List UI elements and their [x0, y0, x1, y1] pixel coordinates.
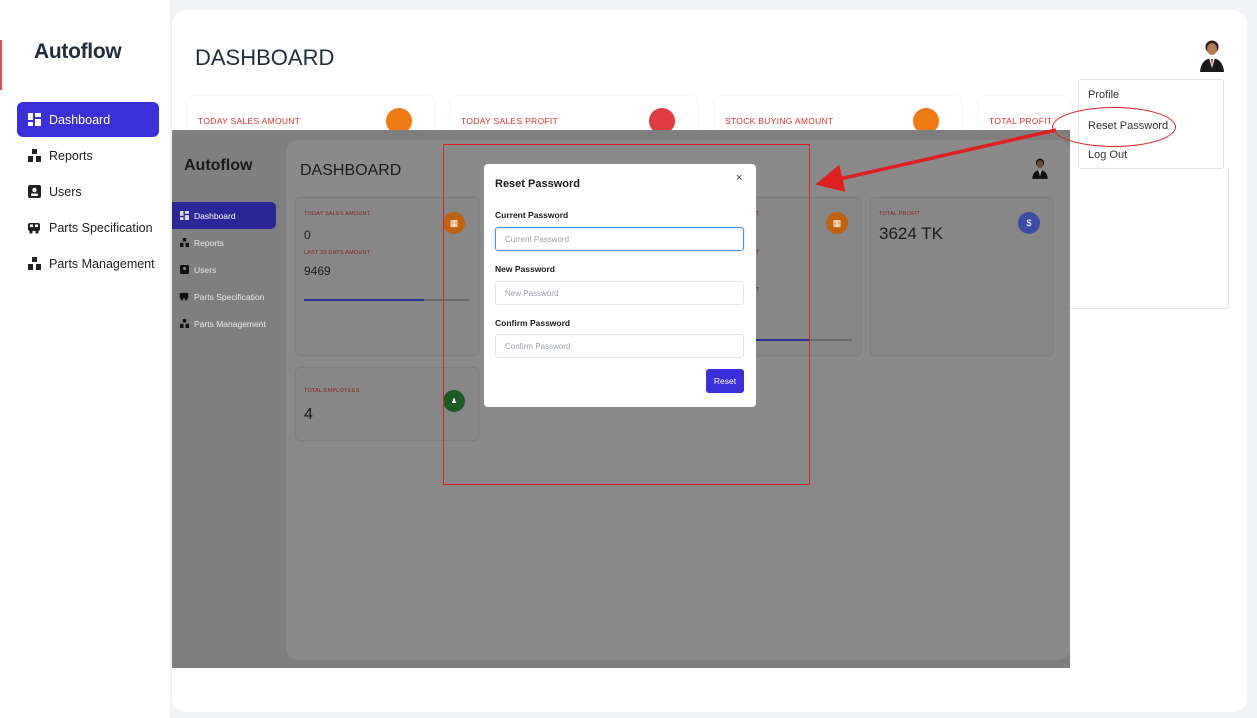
- overlay-sidebar-item-dashboard: Dashboard: [172, 202, 276, 229]
- sidebar-item-label: Reports: [49, 148, 93, 163]
- menu-item-log-out[interactable]: Log Out: [1088, 149, 1127, 161]
- annotation-highlight-box: [443, 144, 810, 485]
- app-logo[interactable]: Autoflow: [34, 40, 122, 64]
- users-icon: [27, 185, 41, 199]
- sidebar-item-label: Dashboard: [49, 112, 111, 127]
- overlay-page-title: DASHBOARD: [300, 162, 402, 179]
- card-value: 3624 TK: [879, 224, 943, 243]
- sidebar-nav: Dashboard Reports Users Parts Specificat…: [17, 102, 159, 282]
- card-label: TODAY SALES AMOUNT: [304, 211, 371, 217]
- card-label: STOCK BUYING AMOUNT: [725, 116, 834, 126]
- sidebar-item-label: Parts Specification: [49, 220, 153, 235]
- parts-icon: [179, 319, 189, 329]
- sidebar-item-users[interactable]: Users: [17, 174, 159, 209]
- overlay-card-total-profit: TOTAL PROFIT 3624 TK $: [871, 198, 1052, 355]
- sidebar-item-label: Users: [49, 184, 82, 199]
- overlay-sidebar-label: Users: [194, 264, 217, 275]
- sidebar-item-parts-management[interactable]: Parts Management: [17, 246, 159, 281]
- card-label: TOTAL PROFIT: [989, 116, 1053, 126]
- car-icon: [27, 221, 41, 235]
- overlay-sidebar-item-users: Users: [172, 256, 276, 283]
- calculator-icon: ▦: [826, 212, 848, 234]
- sidebar-item-dashboard[interactable]: Dashboard: [17, 102, 159, 137]
- dollar-icon: $: [1018, 212, 1040, 234]
- sidebar-item-reports[interactable]: Reports: [17, 138, 159, 173]
- overlay-app-logo: Autoflow: [184, 157, 253, 174]
- overlay-sidebar-item-parts-specification: Parts Specification: [172, 283, 276, 310]
- overlay-sidebar-item-parts-management: Parts Management: [172, 310, 276, 337]
- card-value: 4: [304, 406, 313, 423]
- dashboard-icon: [179, 211, 189, 221]
- reports-icon: [27, 149, 41, 163]
- sidebar-item-parts-specification[interactable]: Parts Specification: [17, 210, 159, 245]
- card-sub-value: 9469: [304, 264, 331, 278]
- page-title: DASHBOARD: [195, 45, 335, 70]
- avatar[interactable]: [1198, 38, 1226, 72]
- parts-icon: [27, 257, 41, 271]
- overlay-sidebar-nav: Dashboard Reports Users Parts Specificat…: [172, 202, 276, 337]
- overlay-sidebar-label: Parts Specification: [194, 291, 265, 302]
- overlay-avatar: [1031, 156, 1049, 180]
- card-label: TODAY SALES AMOUNT: [198, 116, 301, 126]
- sidebar-item-label: Parts Management: [49, 256, 155, 271]
- overlay-sidebar-label: Parts Management: [194, 318, 266, 329]
- progress-fill: [304, 299, 425, 301]
- card-label: TOTAL EMPLOYEES: [304, 388, 360, 394]
- reports-icon: [179, 238, 189, 248]
- menu-item-profile[interactable]: Profile: [1088, 89, 1119, 101]
- sidebar-edge-marker: [0, 40, 2, 90]
- card-label: TOTAL PROFIT: [879, 211, 921, 217]
- users-icon: [179, 265, 189, 275]
- card-label: TODAY SALES PROFIT: [461, 116, 559, 126]
- car-icon: [179, 292, 189, 302]
- overlay-sidebar-item-reports: Reports: [172, 229, 276, 256]
- overlay-sidebar-label: Reports: [194, 237, 224, 248]
- card-sub-label: LAST 30 DAYS AMOUNT: [304, 250, 371, 256]
- overlay-sidebar-label: Dashboard: [194, 210, 236, 221]
- dashboard-icon: [27, 113, 41, 127]
- annotation-highlight-ellipse: [1052, 107, 1176, 147]
- profile-panel: [1070, 169, 1229, 309]
- card-value: 0: [304, 228, 311, 242]
